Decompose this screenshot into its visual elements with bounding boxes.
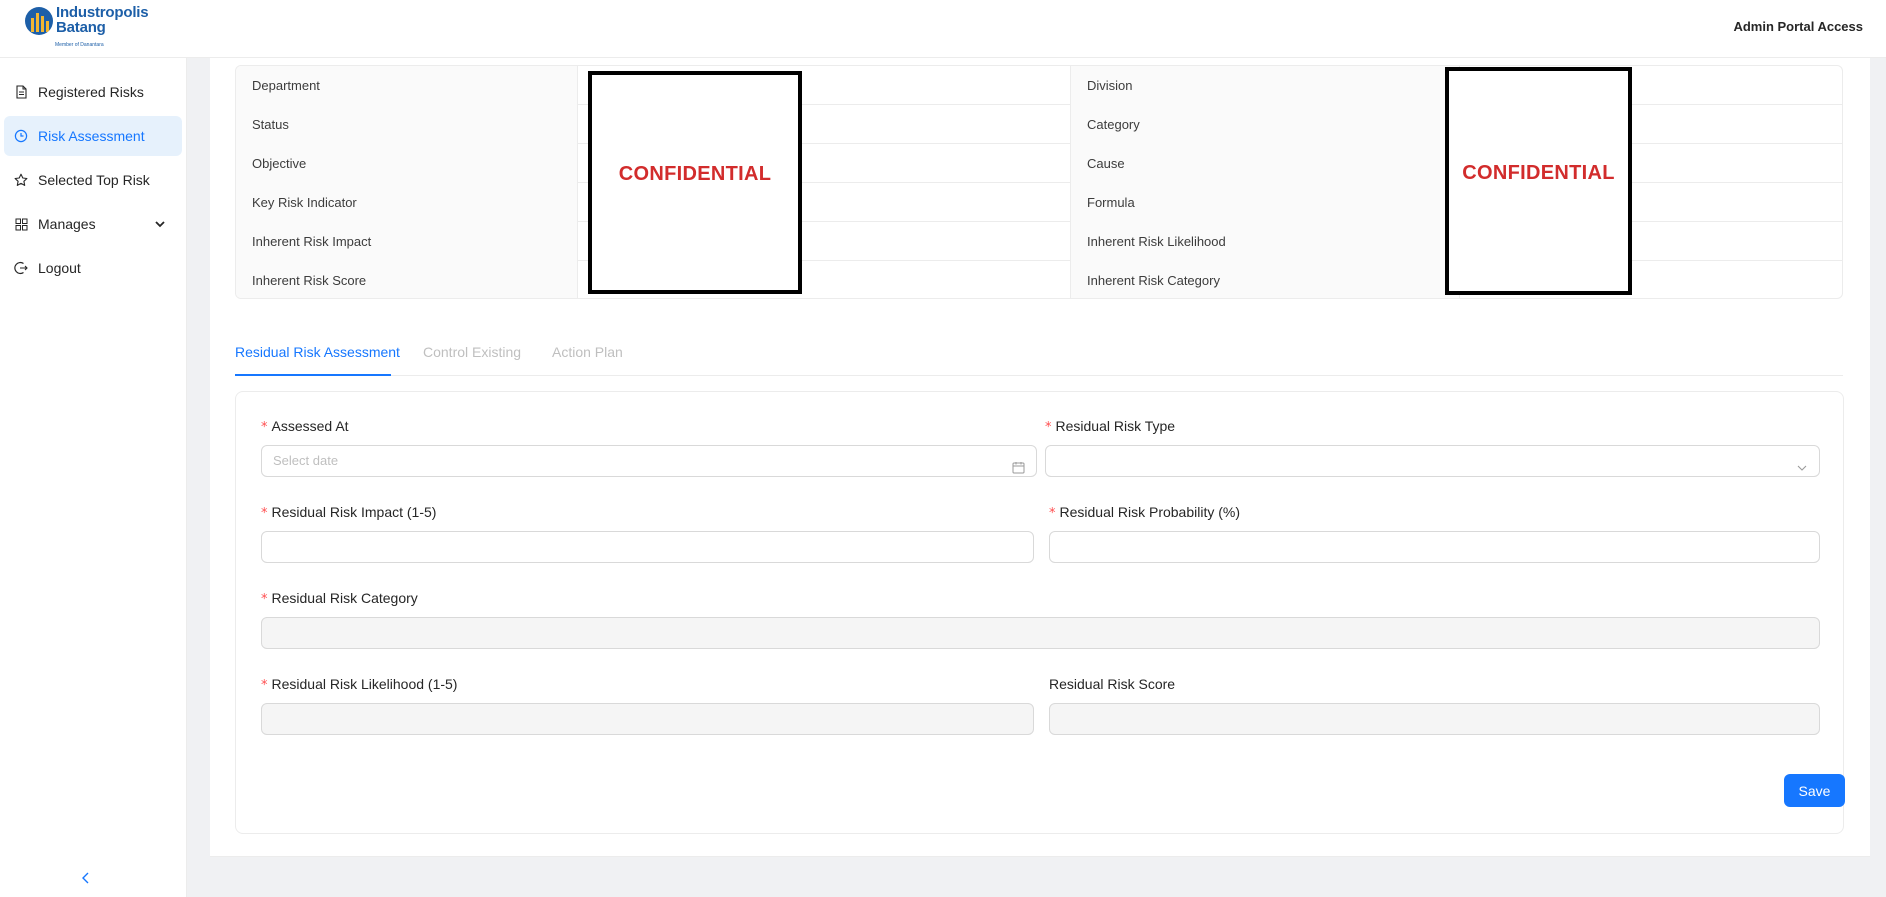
info-label: Division xyxy=(1070,66,1460,105)
residual-risk-type-label: * Residual Risk Type xyxy=(1045,418,1176,435)
assessed-at-date-picker[interactable]: Select date xyxy=(261,445,1037,477)
chevron-down-icon xyxy=(154,217,166,233)
info-label: Category xyxy=(1070,105,1460,144)
residual-risk-probability-input[interactable] xyxy=(1049,531,1820,563)
grid-icon xyxy=(14,217,28,231)
assessment-tabs: Residual Risk Assessment Control Existin… xyxy=(235,334,1843,376)
document-icon xyxy=(14,85,28,99)
residual-risk-likelihood-label: * Residual Risk Likelihood (1-5) xyxy=(261,676,458,693)
assessed-at-label: * Assessed At xyxy=(261,418,349,435)
residual-risk-probability-label: * Residual Risk Probability (%) xyxy=(1049,504,1241,521)
tab-residual-risk-assessment[interactable]: Residual Risk Assessment xyxy=(235,344,400,360)
save-button[interactable]: Save xyxy=(1784,774,1845,807)
info-label: Objective xyxy=(236,144,578,183)
sidebar-item-selected-top-risk[interactable]: Selected Top Risk xyxy=(4,160,182,200)
confidential-redaction: CONFIDENTIAL xyxy=(1445,67,1632,295)
sidebar-item-label: Risk Assessment xyxy=(38,128,145,144)
sidebar: Registered Risks Risk Assessment Selecte… xyxy=(0,58,187,897)
main-content: Department Division Status Category Obje… xyxy=(210,58,1870,856)
info-label: Status xyxy=(236,105,578,144)
sidebar-item-label: Logout xyxy=(38,260,81,276)
residual-risk-score-field xyxy=(1049,703,1820,735)
info-label: Inherent Risk Category xyxy=(1070,261,1460,298)
info-label: Inherent Risk Score xyxy=(236,261,578,298)
sidebar-item-label: Manages xyxy=(38,216,96,232)
sidebar-item-registered-risks[interactable]: Registered Risks xyxy=(4,72,182,112)
date-placeholder: Select date xyxy=(273,453,339,468)
residual-risk-category-label: * Residual Risk Category xyxy=(261,590,418,607)
info-label: Key Risk Indicator xyxy=(236,183,578,222)
residual-risk-type-select[interactable] xyxy=(1045,445,1820,477)
chevron-down-icon xyxy=(1796,455,1808,485)
top-header: Industropolis Batang Member of Danantara… xyxy=(0,0,1886,58)
info-label: Cause xyxy=(1070,144,1460,183)
sidebar-item-logout[interactable]: Logout xyxy=(4,248,182,288)
sidebar-item-manages[interactable]: Manages xyxy=(4,204,182,244)
info-label: Inherent Risk Likelihood xyxy=(1070,222,1460,261)
collapse-sidebar-icon[interactable] xyxy=(78,870,94,886)
star-icon xyxy=(14,173,28,187)
confidential-redaction: CONFIDENTIAL xyxy=(588,71,802,294)
residual-risk-impact-label: * Residual Risk Impact (1-5) xyxy=(261,504,437,521)
portal-title: Admin Portal Access xyxy=(1733,19,1863,34)
residual-risk-score-label: Residual Risk Score xyxy=(1049,676,1176,692)
logo-subtitle: Member of Danantara xyxy=(55,42,104,48)
info-label: Formula xyxy=(1070,183,1460,222)
tab-control-existing[interactable]: Control Existing xyxy=(423,344,521,360)
info-label: Inherent Risk Impact xyxy=(236,222,578,261)
sidebar-item-risk-assessment[interactable]: Risk Assessment xyxy=(4,116,182,156)
sidebar-item-label: Registered Risks xyxy=(38,84,144,100)
logo-text: Industropolis Batang xyxy=(56,4,149,36)
calendar-icon xyxy=(1012,455,1025,485)
content-bottom-divider xyxy=(210,856,1870,857)
sidebar-item-label: Selected Top Risk xyxy=(38,172,150,188)
residual-risk-likelihood-field xyxy=(261,703,1034,735)
tab-active-indicator xyxy=(235,374,391,376)
residual-risk-form: * Assessed At Select date * Residual Risk … xyxy=(235,391,1845,834)
info-label: Department xyxy=(236,66,578,105)
clock-icon xyxy=(14,129,28,143)
tab-action-plan[interactable]: Action Plan xyxy=(552,344,623,360)
logo-mark-icon xyxy=(25,7,53,35)
residual-risk-category-field xyxy=(261,617,1820,649)
residual-risk-impact-input[interactable] xyxy=(261,531,1034,563)
logout-icon xyxy=(14,261,28,275)
industropolis-logo[interactable]: Industropolis Batang Member of Danantara xyxy=(25,4,155,52)
